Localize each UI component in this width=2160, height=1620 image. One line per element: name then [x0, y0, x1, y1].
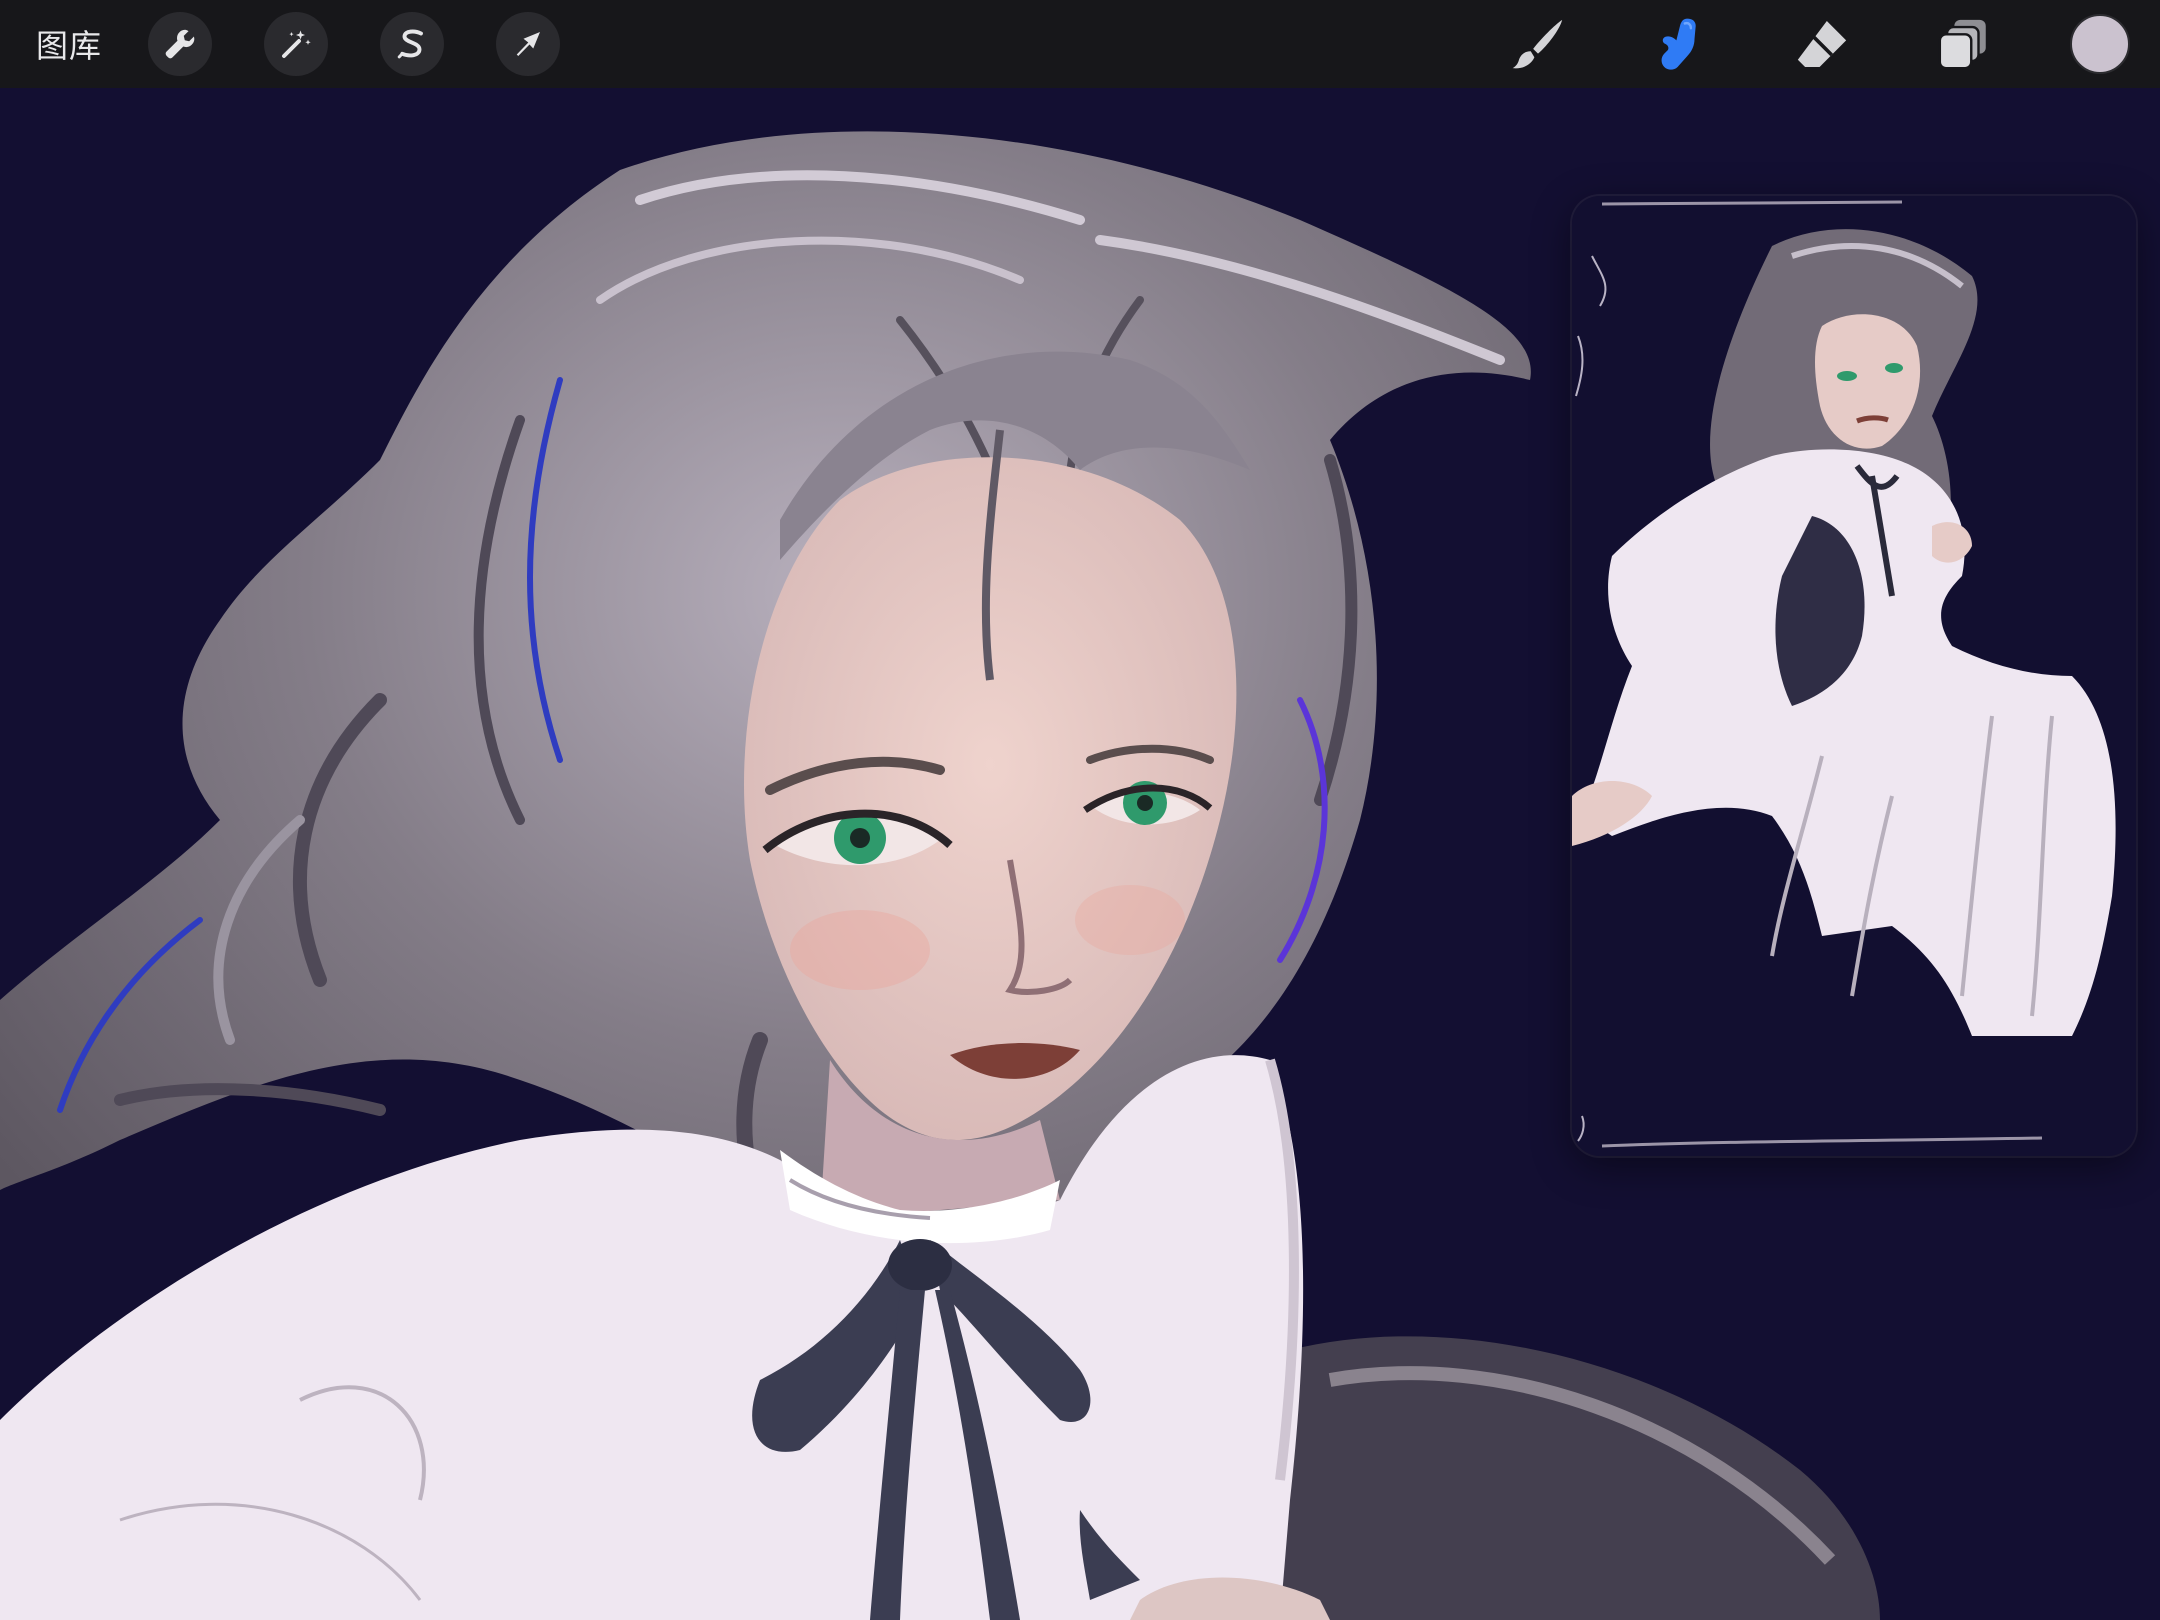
smudge-tool-button[interactable] — [1644, 8, 1716, 80]
selection-s-icon — [397, 29, 423, 59]
smudge-finger-icon — [1661, 18, 1696, 70]
actions-button[interactable] — [148, 12, 213, 76]
magic-wand-icon — [282, 30, 311, 58]
layers-button[interactable] — [1928, 8, 2000, 80]
eraser-tool-button[interactable] — [1786, 8, 1858, 80]
selection-button[interactable] — [380, 12, 445, 76]
top-toolbar: 图库 — [0, 0, 2160, 88]
reference-window[interactable] — [1572, 196, 2136, 1156]
current-color-swatch[interactable] — [2070, 14, 2130, 74]
adjustments-button[interactable] — [264, 12, 329, 76]
toolbar-right-group — [1502, 0, 2160, 88]
arrow-cursor-icon — [516, 32, 541, 56]
layers-icon — [1938, 19, 1986, 70]
reference-thumbnail — [1572, 196, 2136, 1156]
brush-icon — [1512, 19, 1563, 69]
wrench-icon — [165, 29, 195, 59]
transform-button[interactable] — [496, 12, 561, 76]
drawing-canvas[interactable] — [0, 88, 2160, 1620]
eraser-icon — [1797, 21, 1847, 67]
brush-tool-button[interactable] — [1502, 8, 1574, 80]
gallery-button[interactable]: 图库 — [36, 21, 102, 67]
toolbar-left-group: 图库 — [0, 0, 612, 88]
